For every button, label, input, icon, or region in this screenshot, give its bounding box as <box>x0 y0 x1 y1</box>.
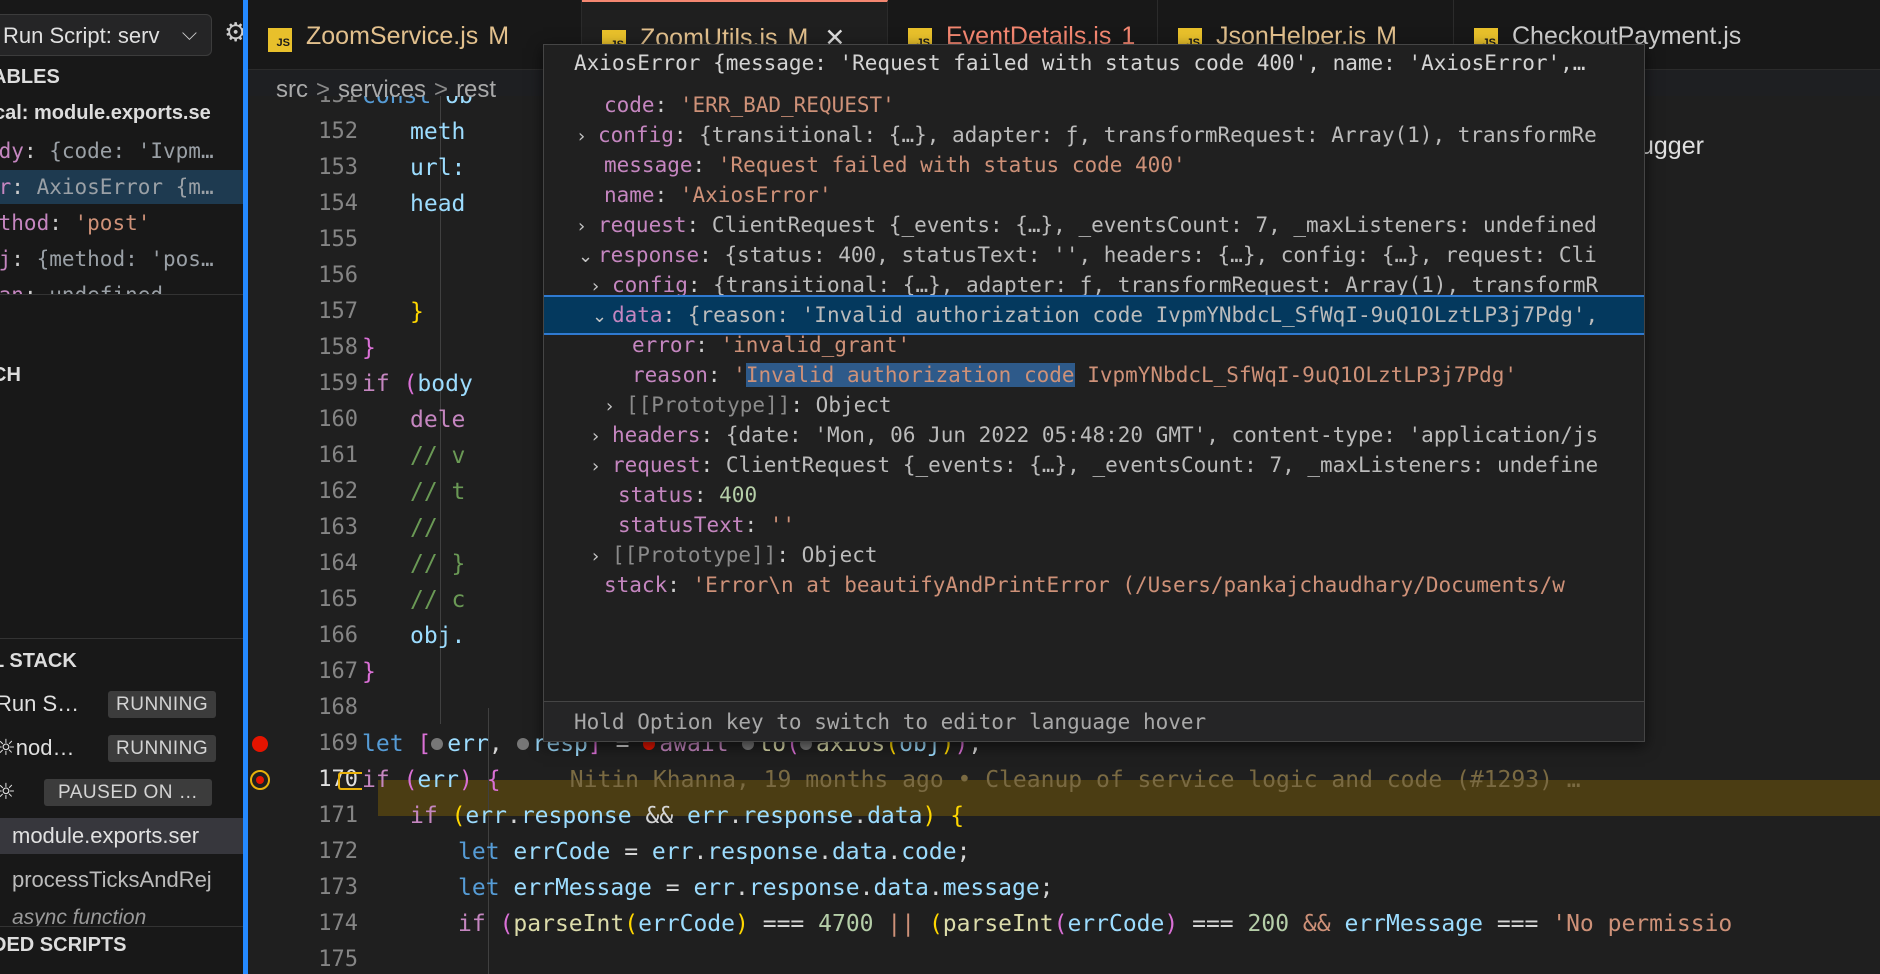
line-number: 172 <box>318 839 358 864</box>
status-badge: PAUSED ON … <box>44 779 213 806</box>
session-name: nod… <box>15 735 75 760</box>
watch-section-header[interactable]: CH <box>0 364 21 387</box>
line-number: 167 <box>318 659 358 684</box>
breadcrumb-item[interactable]: services <box>338 76 426 103</box>
session-run-script[interactable]: Run S… RUNNING <box>0 686 243 722</box>
text-selection: Invalid authorization code <box>745 363 1075 387</box>
line-number: 174 <box>318 911 358 936</box>
breakpoint-icon[interactable] <box>252 736 268 752</box>
callstack-section-header[interactable]: L STACK <box>0 650 77 673</box>
loaded-scripts-header[interactable]: DED SCRIPTS <box>0 934 126 957</box>
js-file-icon: JS <box>268 28 292 52</box>
breadcrumb-item[interactable]: rest <box>456 76 496 103</box>
line-number: 158 <box>318 335 358 360</box>
line-number: 152 <box>318 119 358 144</box>
variable-clipped[interactable]: ean: undefined <box>0 278 243 294</box>
line-number: 157 <box>318 299 358 324</box>
line-number: 160 <box>318 407 358 432</box>
local-scope-header[interactable]: cal: module.exports.se <box>0 102 211 125</box>
debug-sidebar: Run Script: serv ⌵ ⚙ ABLES cal: module.ex… <box>0 0 243 974</box>
line-number: 155 <box>318 227 358 252</box>
line-number: 166 <box>318 623 358 648</box>
line-number: 154 <box>318 191 358 216</box>
tab-zoomservice[interactable]: JS ZoomService.js M <box>248 0 582 70</box>
hover-footer-hint: Hold Option key to switch to editor lang… <box>544 701 1644 741</box>
gear-icon[interactable]: ⚙ <box>224 18 243 48</box>
hover-row-stack[interactable]: stack: 'Error\n at beautifyAndPrintError… <box>544 567 1644 603</box>
stack-frame[interactable]: processTicksAndRej <box>0 862 243 898</box>
line-number: 156 <box>318 263 358 288</box>
session-node[interactable]: ☼nod… RUNNING <box>0 730 243 766</box>
paused-breakpoint-icon[interactable] <box>250 770 270 790</box>
variable-obj[interactable]: bj: {method: 'pos… <box>0 242 243 276</box>
chevron-down-icon: ⌵ <box>181 23 197 45</box>
stack-frame-async[interactable]: async function <box>0 900 243 926</box>
breadcrumb: src > services > rest <box>276 76 497 103</box>
execution-pointer-icon <box>338 772 362 790</box>
line-number: 163 <box>318 515 358 540</box>
line-number: 168 <box>318 695 358 720</box>
variable-method[interactable]: ethod: 'post' <box>0 206 243 240</box>
line-number: 175 <box>318 947 358 972</box>
status-badge: RUNNING <box>108 735 217 762</box>
line-number: 165 <box>318 587 358 612</box>
variable-err[interactable]: rr: AxiosError {m… <box>0 170 243 204</box>
variables-section-header[interactable]: ABLES <box>0 66 60 89</box>
line-number: 164 <box>318 551 358 576</box>
line-number: 159 <box>318 371 358 396</box>
stack-frame-current[interactable]: module.exports.ser <box>0 818 243 854</box>
line-number: 161 <box>318 443 358 468</box>
bug-icon: ☼ <box>0 780 16 805</box>
hover-title: AxiosError {message: 'Request failed wit… <box>574 51 1586 75</box>
line-number: 153 <box>318 155 358 180</box>
variable-body[interactable]: ody: {code: 'Ivpm… <box>0 134 243 168</box>
session-name: Run S… <box>0 691 80 716</box>
line-number: 162 <box>318 479 358 504</box>
modified-badge: M <box>488 22 510 50</box>
breadcrumb-item[interactable]: src <box>276 76 308 103</box>
session-paused[interactable]: ☼ PAUSED ON … <box>0 774 243 810</box>
status-badge: RUNNING <box>108 691 217 718</box>
line-number: 171 <box>318 803 358 828</box>
debugger-label-fragment: ugger <box>1640 132 1704 160</box>
run-config-dropdown[interactable]: Run Script: serv ⌵ <box>0 14 212 56</box>
bug-icon: ☼ <box>0 736 16 761</box>
line-number: 173 <box>318 875 358 900</box>
run-config-label: Run Script: serv <box>3 23 160 48</box>
git-blame-annotation: Nitin Khanna, 19 months ago • Cleanup of… <box>569 767 1581 793</box>
debug-hover-widget[interactable]: AxiosError {message: 'Request failed wit… <box>543 44 1645 742</box>
